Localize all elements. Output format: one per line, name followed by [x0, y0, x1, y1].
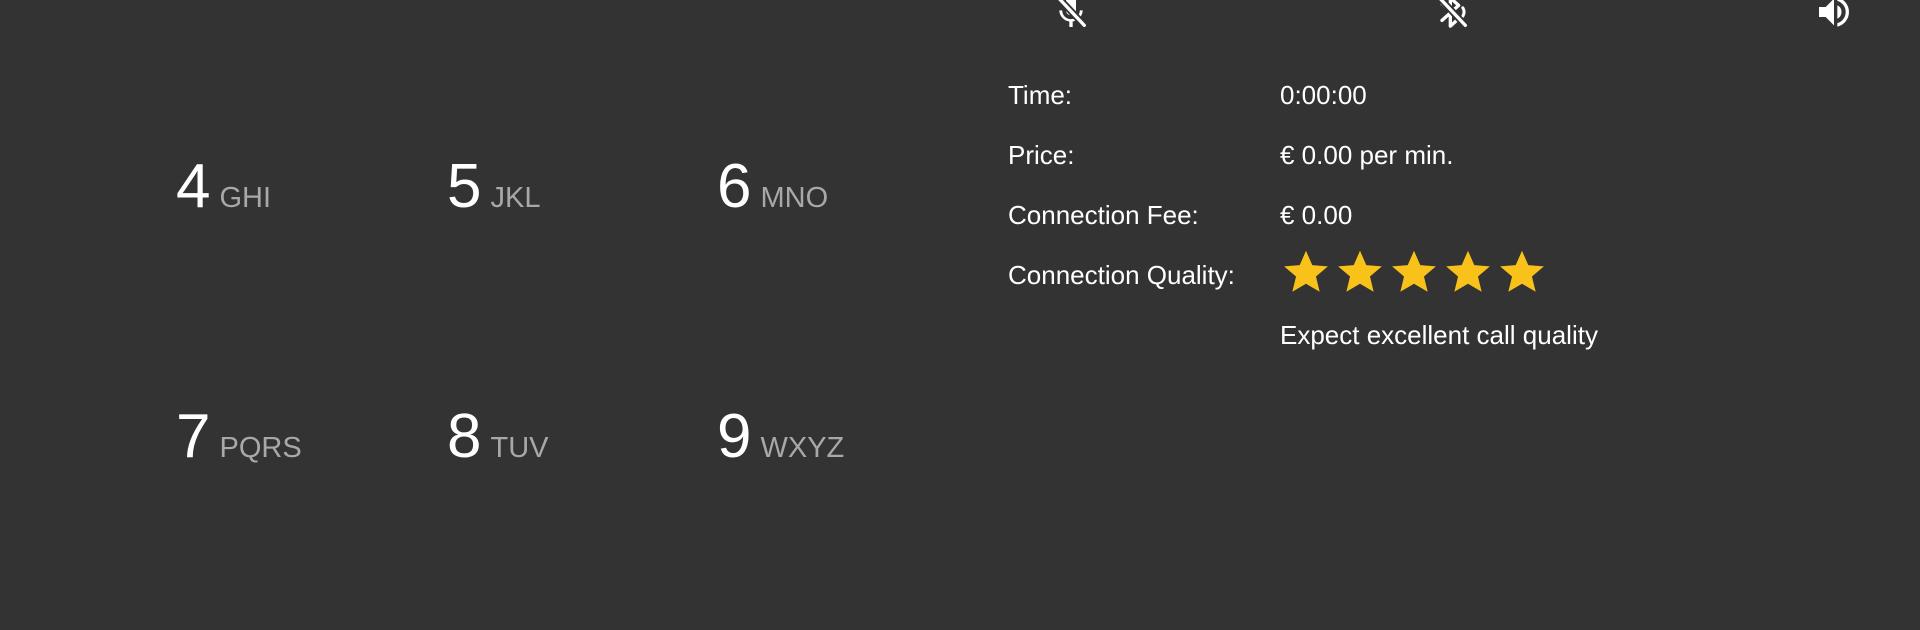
dial-key-digit: 5 [447, 152, 481, 221]
star-icon [1284, 250, 1328, 292]
dial-key-letters: PQRS [219, 432, 302, 464]
price-label: Price: [1008, 140, 1075, 170]
time-value: 0:00:00 [1280, 80, 1367, 110]
dial-key-9[interactable]: 9 WXYZ [711, 406, 850, 486]
dial-key-letters: WXYZ [760, 432, 845, 464]
quality-rating-stars [1280, 246, 1548, 298]
dial-key-8[interactable]: 8 TUV [441, 406, 554, 486]
dial-key-letters: JKL [490, 182, 541, 214]
dial-key-digit: 9 [717, 402, 751, 471]
dial-key-digit: 7 [176, 402, 210, 471]
connection-fee-label: Connection Fee: [1008, 200, 1199, 230]
dial-key-digit: 8 [447, 402, 481, 471]
call-screen: 4 GHI 5 JKL 6 MNO 7 PQRS 8 TUV 9 WXYZ Ti… [0, 0, 1920, 630]
quality-description: Expect excellent call quality [1280, 320, 1598, 350]
star-icon [1446, 250, 1490, 292]
dial-key-digit: 6 [717, 152, 751, 221]
speaker-button[interactable] [1814, 0, 1854, 32]
connection-fee-value: € 0.00 [1280, 200, 1353, 230]
dial-key-letters: TUV [490, 432, 549, 464]
bluetooth-audio-icon [1436, 0, 1469, 29]
star-icon [1338, 250, 1382, 292]
dial-key-letters: MNO [760, 182, 829, 214]
dial-key-letters: GHI [219, 182, 272, 214]
connection-quality-label: Connection Quality: [1008, 260, 1235, 290]
speaker-icon [1819, 0, 1849, 27]
time-label: Time: [1008, 80, 1073, 110]
mute-button[interactable] [1051, 0, 1091, 32]
dial-key-4[interactable]: 4 GHI [170, 156, 277, 236]
bluetooth-button[interactable] [1432, 0, 1472, 32]
star-icon [1500, 250, 1544, 292]
dial-key-7[interactable]: 7 PQRS [170, 406, 308, 486]
microphone-off-icon [1055, 0, 1088, 29]
star-icon [1392, 250, 1436, 292]
dial-key-6[interactable]: 6 MNO [711, 156, 834, 236]
price-value: € 0.00 per min. [1280, 140, 1454, 170]
dial-key-5[interactable]: 5 JKL [441, 156, 546, 236]
dial-key-digit: 4 [176, 152, 210, 221]
